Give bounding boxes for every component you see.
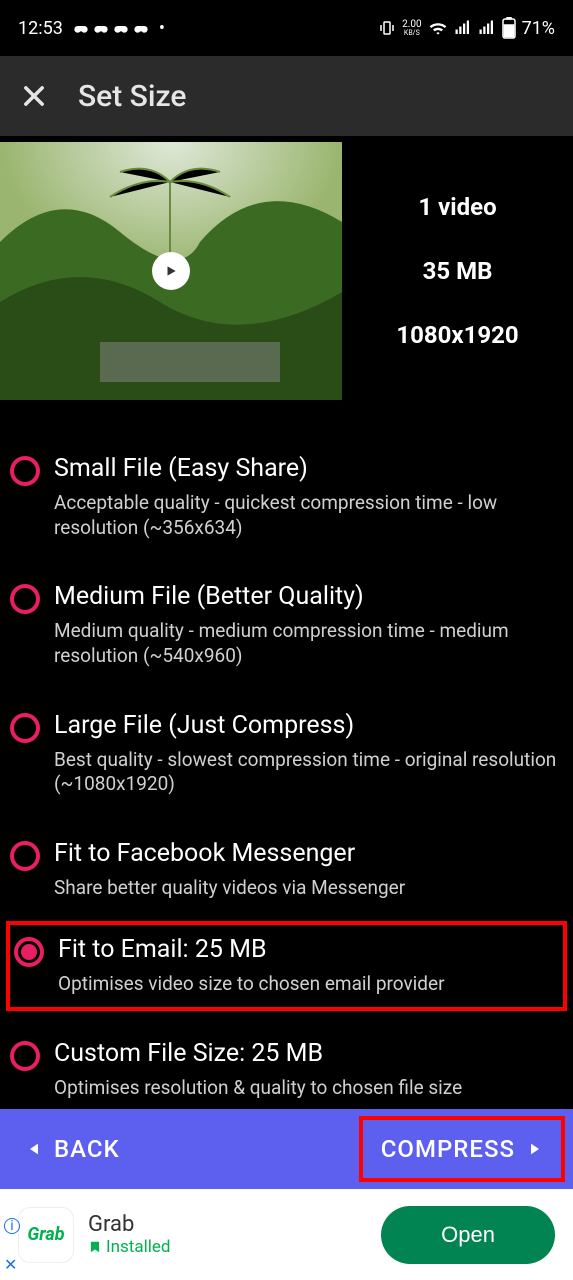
net-speed: 2.00KB/S	[402, 20, 422, 37]
video-preview-row: 1 video 35 MB 1080x1920	[0, 136, 573, 400]
battery-percent: 71%	[522, 18, 555, 39]
option-fit-messenger[interactable]: Fit to Facebook Messenger Share better q…	[10, 825, 563, 929]
status-time: 12:53	[18, 18, 63, 39]
app-header: Set Size	[0, 56, 573, 136]
video-size: 35 MB	[423, 257, 493, 285]
ad-text: Grab Installed	[88, 1212, 367, 1257]
action-bar: BACK COMPRESS	[0, 1109, 573, 1189]
radio-icon[interactable]	[10, 456, 40, 486]
option-subtitle: Medium quality - medium compression time…	[54, 619, 563, 668]
play-icon[interactable]	[152, 252, 190, 290]
ad-banner[interactable]: i ✕ Grab Grab Installed Open	[0, 1189, 573, 1280]
wifi-icon	[428, 18, 448, 38]
option-large-file[interactable]: Large File (Just Compress) Best quality …	[10, 697, 563, 825]
ad-app-name: Grab	[88, 1212, 367, 1237]
vibrate-icon	[378, 19, 396, 37]
ad-info-icon[interactable]: i	[4, 1218, 20, 1234]
option-medium-file[interactable]: Medium File (Better Quality) Medium qual…	[10, 568, 563, 696]
close-icon[interactable]	[20, 82, 48, 110]
status-app-icons: •	[73, 18, 165, 39]
compress-label: COMPRESS	[381, 1135, 515, 1163]
option-title: Fit to Email: 25 MB	[58, 935, 559, 964]
highlighted-selection: Fit to Email: 25 MB Optimises video size…	[6, 921, 567, 1011]
option-subtitle: Best quality - slowest compression time …	[54, 748, 563, 797]
option-subtitle: Share better quality videos via Messenge…	[54, 876, 563, 901]
video-thumbnail[interactable]	[0, 142, 342, 400]
compress-button[interactable]: COMPRESS	[359, 1116, 565, 1182]
option-subtitle: Optimises resolution & quality to chosen…	[54, 1076, 563, 1101]
option-small-file[interactable]: Small File (Easy Share) Acceptable quali…	[10, 440, 563, 568]
page-title: Set Size	[78, 79, 186, 114]
option-title: Medium File (Better Quality)	[54, 582, 563, 611]
radio-icon[interactable]	[10, 584, 40, 614]
ad-open-button[interactable]: Open	[381, 1206, 555, 1264]
ad-close-icon[interactable]: ✕	[4, 1255, 17, 1274]
radio-icon[interactable]	[10, 1041, 40, 1071]
option-custom-size[interactable]: Custom File Size: 25 MB Optimises resolu…	[10, 1025, 563, 1101]
radio-icon[interactable]	[10, 713, 40, 743]
signal-icon-2	[478, 19, 496, 37]
signal-icon	[454, 19, 472, 37]
radio-icon[interactable]	[10, 841, 40, 871]
option-fit-email[interactable]: Fit to Email: 25 MB Optimises video size…	[14, 931, 559, 1001]
size-options-list: Small File (Easy Share) Acceptable quali…	[0, 400, 573, 1100]
option-title: Large File (Just Compress)	[54, 711, 563, 740]
option-title: Custom File Size: 25 MB	[54, 1039, 563, 1068]
back-label: BACK	[54, 1135, 120, 1163]
back-button[interactable]: BACK	[8, 1116, 138, 1182]
status-bar: 12:53 • 2.00KB/S 71%	[0, 0, 573, 56]
triangle-right-icon	[527, 1140, 543, 1158]
video-info: 1 video 35 MB 1080x1920	[342, 142, 573, 400]
bookmark-check-icon	[88, 1240, 102, 1254]
triangle-left-icon	[26, 1140, 42, 1158]
option-title: Fit to Facebook Messenger	[54, 839, 563, 868]
ad-logo: Grab	[18, 1207, 74, 1263]
radio-icon-selected[interactable]	[14, 937, 44, 967]
option-subtitle: Optimises video size to chosen email pro…	[58, 972, 559, 997]
video-count: 1 video	[418, 193, 496, 221]
battery-icon	[502, 17, 516, 39]
option-subtitle: Acceptable quality - quickest compressio…	[54, 491, 563, 540]
video-resolution: 1080x1920	[396, 321, 518, 349]
ad-status: Installed	[88, 1237, 367, 1257]
option-title: Small File (Easy Share)	[54, 454, 563, 483]
